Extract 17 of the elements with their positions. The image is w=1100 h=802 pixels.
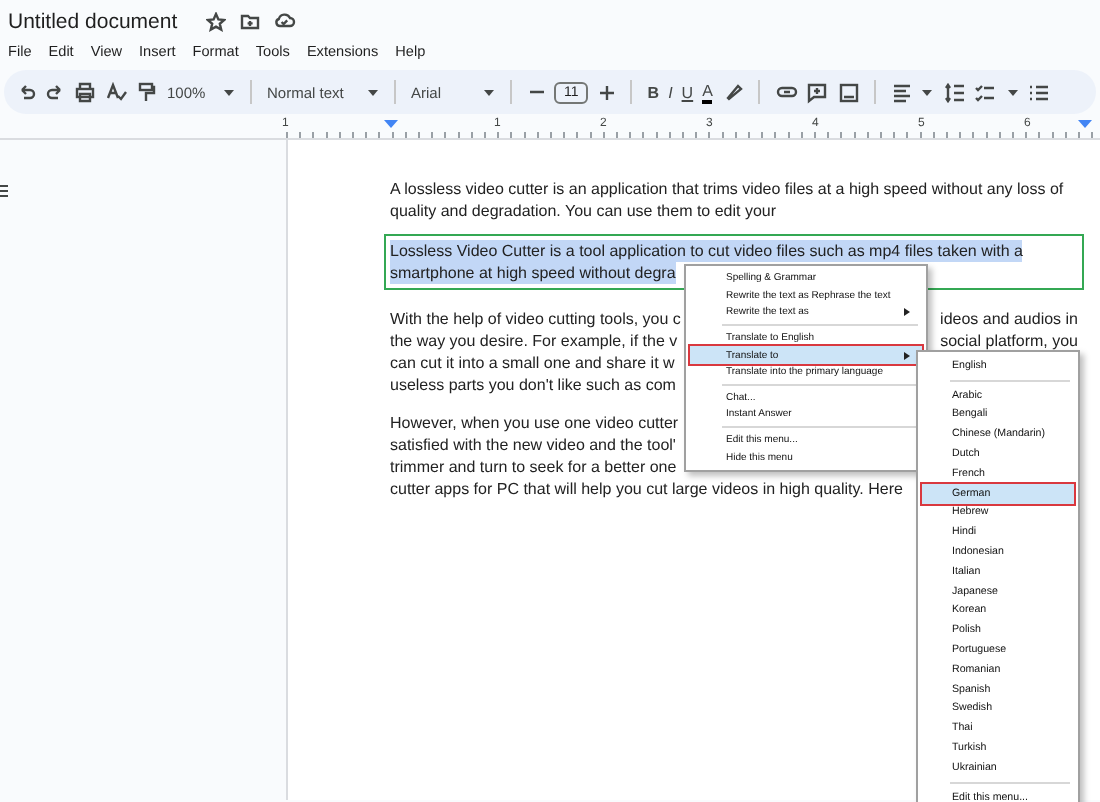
text-line: trimmer and turn to seek for a better one	[390, 456, 677, 478]
text-line: satisfied with the new video and the tool'	[390, 434, 676, 456]
document-title[interactable]: Untitled document	[8, 9, 178, 33]
text-line: A lossless video cutter is an application that trims video files at a high speed without any loss of	[390, 178, 1064, 200]
text-line: the way you desire. For example, if the v	[390, 330, 678, 352]
bold-button[interactable]: B	[647, 83, 660, 101]
italic-button[interactable]: I	[668, 83, 673, 101]
text-line: ideos and audios in	[940, 308, 1078, 330]
text-line: However, when you use one video cutter	[390, 412, 679, 434]
text-line: quality and degradation. You can use them to edit your	[390, 200, 777, 222]
text-line: social platform, you	[940, 330, 1078, 352]
text-line: With the help of video cutting tools, you c	[390, 308, 681, 330]
text-color-button[interactable]: A	[702, 81, 713, 103]
underline-button[interactable]: U	[681, 83, 694, 101]
text-line: can cut it into a small one and share it w	[390, 352, 675, 374]
text-line: useless parts you don't like such as com	[390, 374, 676, 396]
text-line: cutter apps for PC that will help you cut large videos in high quality. Here	[390, 478, 903, 500]
